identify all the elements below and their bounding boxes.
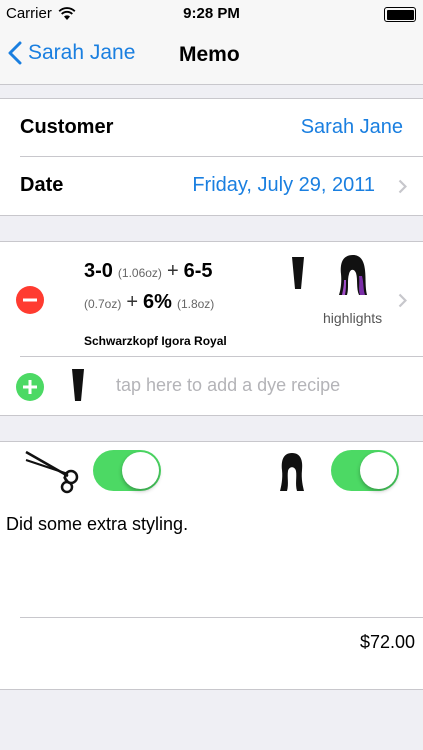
dye-brand: Schwarzkopf Igora Royal	[84, 334, 227, 348]
shade-2: 6-5	[183, 260, 213, 282]
add-recipe-hint[interactable]: tap here to add a dye recipe	[116, 375, 340, 396]
recipe-formula-line-1: 3-0 (1.06oz) + 6-5	[84, 260, 213, 283]
shade-1-amount: (1.06oz)	[117, 266, 162, 280]
back-button-label: Sarah Jane	[28, 41, 136, 64]
back-button[interactable]: Sarah Jane	[8, 41, 135, 65]
toggle-knob	[122, 452, 159, 489]
delete-recipe-button[interactable]	[16, 286, 44, 314]
developer-amount: (1.8oz)	[176, 297, 215, 311]
plus-circle-icon	[23, 380, 37, 394]
row-divider	[20, 617, 423, 618]
memo-section: Did some extra styling. $72.00	[0, 441, 423, 690]
chevron-left-icon	[8, 41, 22, 65]
hair-silhouette-icon	[280, 453, 304, 491]
battery-icon	[384, 7, 416, 22]
add-recipe-row[interactable]: tap here to add a dye recipe	[0, 357, 423, 415]
customer-row[interactable]: Customer Sarah Jane	[0, 99, 423, 157]
add-recipe-button[interactable]	[16, 373, 44, 401]
minus-circle-icon	[23, 298, 37, 302]
toggle-knob	[360, 452, 397, 489]
scissors-toggle[interactable]	[93, 450, 161, 491]
services-row	[0, 442, 423, 500]
chevron-right-icon	[398, 179, 407, 194]
status-time: 9:28 PM	[183, 5, 240, 22]
shade-1: 3-0	[84, 260, 113, 282]
plus-sign: +	[166, 260, 179, 282]
recipe-section: 3-0 (1.06oz) + 6-5 (0.7oz) + 6% (1.8oz) …	[0, 241, 423, 416]
customer-value: Sarah Jane	[300, 116, 403, 138]
dye-tube-icon	[292, 257, 304, 289]
date-value: Friday, July 29, 2011	[192, 174, 375, 196]
recipe-row[interactable]: 3-0 (1.06oz) + 6-5 (0.7oz) + 6% (1.8oz) …	[0, 242, 423, 357]
price-value: $72.00	[359, 632, 415, 652]
scissors-icon	[25, 450, 79, 494]
nav-bar: Sarah Jane Memo	[0, 28, 423, 85]
plus-sign: +	[126, 291, 139, 313]
developer: 6%	[143, 291, 172, 313]
status-bar: Carrier 9:28 PM	[0, 0, 423, 28]
hair-highlights-icon	[339, 255, 367, 295]
page-title: Memo	[179, 43, 240, 66]
shade-2-amount: (0.7oz)	[84, 297, 122, 311]
chevron-right-icon	[398, 293, 407, 308]
recipe-formula-line-2: (0.7oz) + 6% (1.8oz)	[84, 291, 214, 314]
styling-toggle[interactable]	[331, 450, 399, 491]
date-row[interactable]: Date Friday, July 29, 2011	[0, 157, 423, 215]
customer-label: Customer	[20, 116, 114, 138]
info-section: Customer Sarah Jane Date Friday, July 29…	[0, 98, 423, 216]
memo-notes[interactable]: Did some extra styling.	[6, 514, 188, 535]
style-label: highlights	[323, 310, 383, 326]
dye-tube-icon	[72, 369, 84, 401]
date-label: Date	[20, 174, 64, 196]
